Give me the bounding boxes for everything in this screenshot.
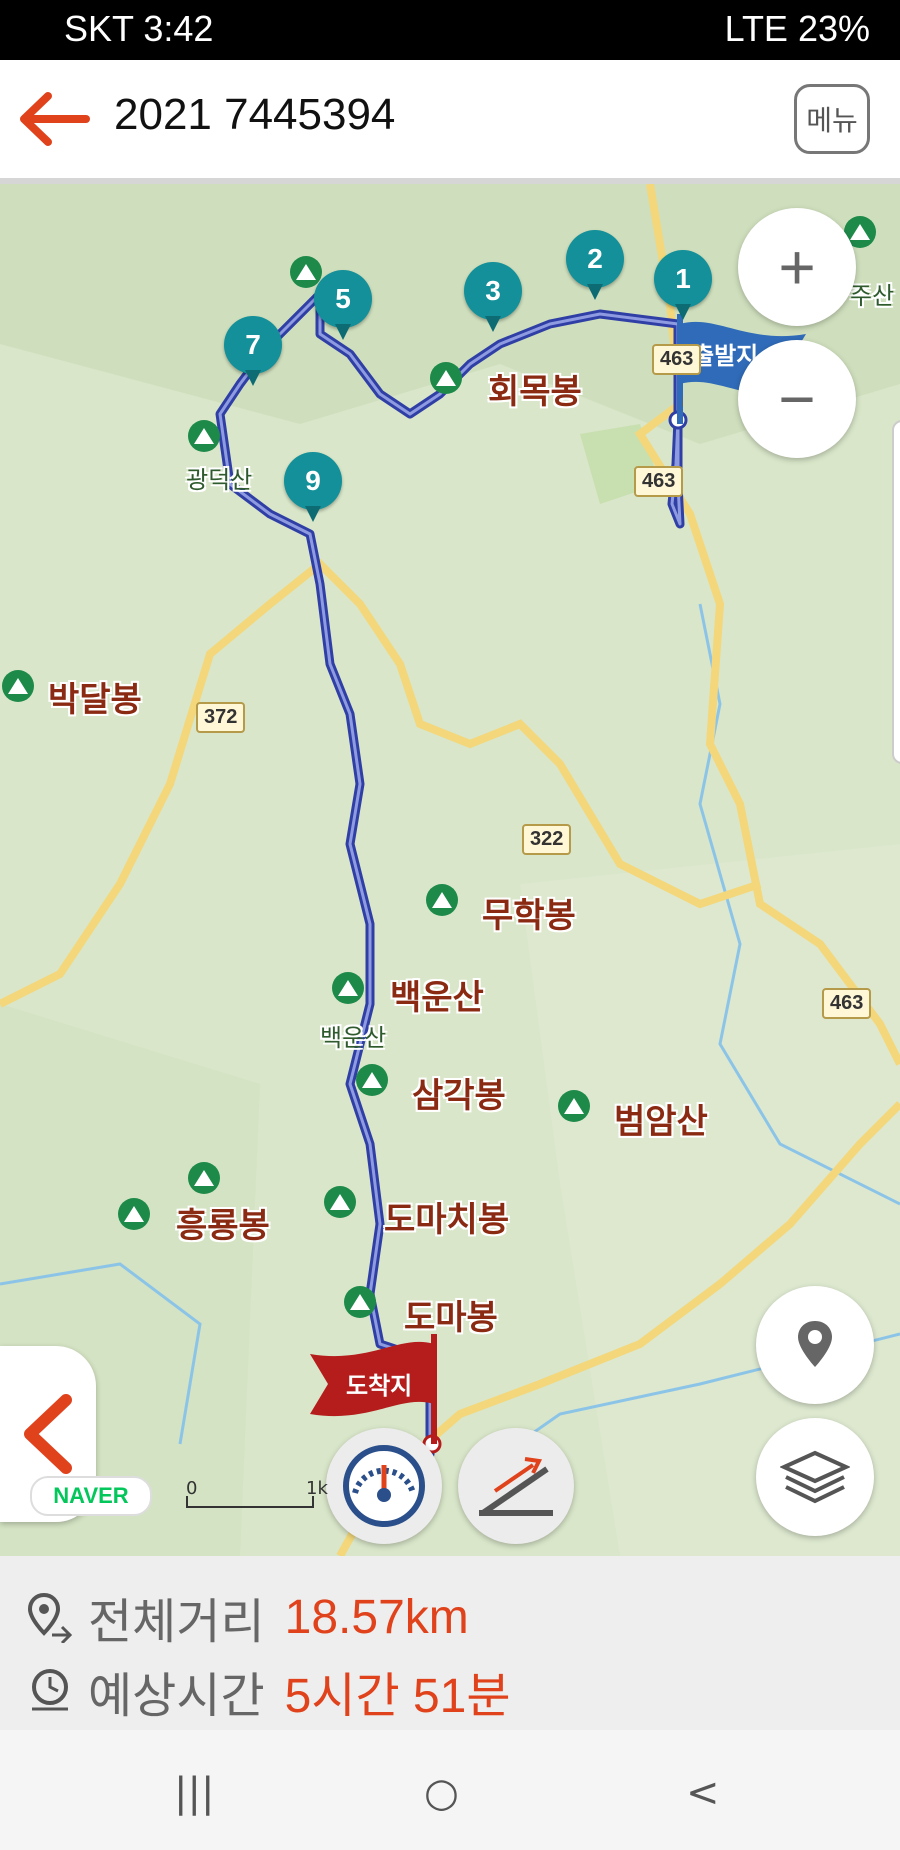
my-location-button[interactable]: [756, 1286, 874, 1404]
distance-row: 전체거리 18.57km: [26, 1582, 469, 1652]
mountain-peak-icon: [430, 362, 462, 394]
chevron-left-icon: [24, 1394, 72, 1474]
road-number: 322: [522, 824, 572, 855]
incline-icon: [479, 1457, 553, 1516]
place-label: 도마치봉: [384, 1200, 510, 1240]
mountain-peak-icon: [332, 972, 364, 1004]
menu-button[interactable]: 메뉴: [794, 84, 870, 154]
mountain-peak-icon: [324, 1186, 356, 1218]
back-arrow-icon[interactable]: [18, 90, 90, 148]
end-flag-label: 도착지: [346, 1372, 413, 1400]
place-label: 박달봉: [48, 680, 142, 720]
right-panel-handle[interactable]: [892, 420, 900, 764]
place-label: 범암산: [614, 1102, 708, 1142]
time-label: 예상시간: [88, 1668, 265, 1724]
scale-bar: [186, 1496, 314, 1508]
waypoint-marker[interactable]: 3: [464, 262, 522, 332]
time-value: 5시간 51분: [284, 1670, 511, 1723]
waypoint-marker[interactable]: 9: [284, 452, 342, 522]
location-pin-icon: [798, 1321, 832, 1367]
map-scale: 0 1k: [186, 1478, 328, 1512]
mountain-peak-icon: [558, 1090, 590, 1122]
distance-label: 전체거리: [88, 1594, 265, 1650]
mountain-peak-icon: [188, 420, 220, 452]
elevation-button[interactable]: [458, 1428, 574, 1544]
layers-icon: [780, 1450, 850, 1504]
mountain-peak-icon: [290, 256, 322, 288]
route-summary: 전체거리 18.57km 예상시간 5시간 51분: [0, 1556, 900, 1730]
status-bar: SKT 3:42 LTE 23%: [0, 0, 900, 60]
distance-value: 18.57km: [284, 1590, 469, 1644]
map-view[interactable]: 출발지 도착지 1 2 3 5 7 9 회목봉 박달봉 무학봉 백운산 삼각봉 …: [0, 184, 900, 1556]
zoom-out-button[interactable]: −: [738, 340, 856, 458]
clock-icon: [32, 1669, 68, 1711]
system-back-button[interactable]: <: [686, 1770, 720, 1816]
place-label: 백운산: [390, 978, 484, 1018]
waypoint-marker[interactable]: 7: [224, 316, 282, 386]
status-battery: LTE 23%: [724, 8, 870, 49]
place-label-small: 주산: [850, 282, 895, 310]
road-number: 463: [634, 466, 684, 497]
place-label: 회목봉: [488, 372, 582, 412]
app-bar: 2021 7445394 메뉴: [0, 60, 900, 184]
home-button[interactable]: ○: [424, 1770, 459, 1816]
status-carrier-time: SKT 3:42: [64, 8, 214, 49]
mountain-peak-icon: [344, 1286, 376, 1318]
place-label: 삼각봉: [412, 1076, 506, 1116]
place-label: 도마봉: [404, 1298, 498, 1338]
road-number: 463: [652, 344, 702, 375]
waypoint-marker[interactable]: 1: [654, 250, 712, 320]
road-number: 463: [822, 988, 872, 1019]
place-label: 무학봉: [482, 896, 576, 936]
speed-button[interactable]: [326, 1428, 442, 1544]
mountain-peak-icon: [426, 884, 458, 916]
page-title: 2021 7445394: [114, 90, 396, 139]
plus-icon: +: [778, 231, 816, 303]
mountain-peak-icon: [356, 1064, 388, 1096]
mountain-peak-icon: [188, 1162, 220, 1194]
mountain-peak-icon: [2, 670, 34, 702]
speedometer-icon: [343, 1445, 425, 1527]
system-nav-bar: ||| ○ <: [0, 1730, 900, 1850]
map-layers-button[interactable]: [756, 1418, 874, 1536]
place-label-small: 광덕산: [186, 466, 253, 494]
waypoint-marker[interactable]: 2: [566, 230, 624, 300]
road-number: 372: [196, 702, 246, 733]
zoom-in-button[interactable]: +: [738, 208, 856, 326]
place-label-small: 백운산: [320, 1024, 387, 1052]
time-row: 예상시간 5시간 51분: [26, 1656, 511, 1726]
distance-pin-icon: [27, 1592, 73, 1643]
minus-icon: −: [778, 363, 816, 435]
naver-logo: NAVER: [30, 1476, 152, 1516]
recent-apps-button[interactable]: |||: [174, 1770, 214, 1816]
place-label: 흥룡봉: [176, 1206, 270, 1246]
mountain-peak-icon: [118, 1198, 150, 1230]
